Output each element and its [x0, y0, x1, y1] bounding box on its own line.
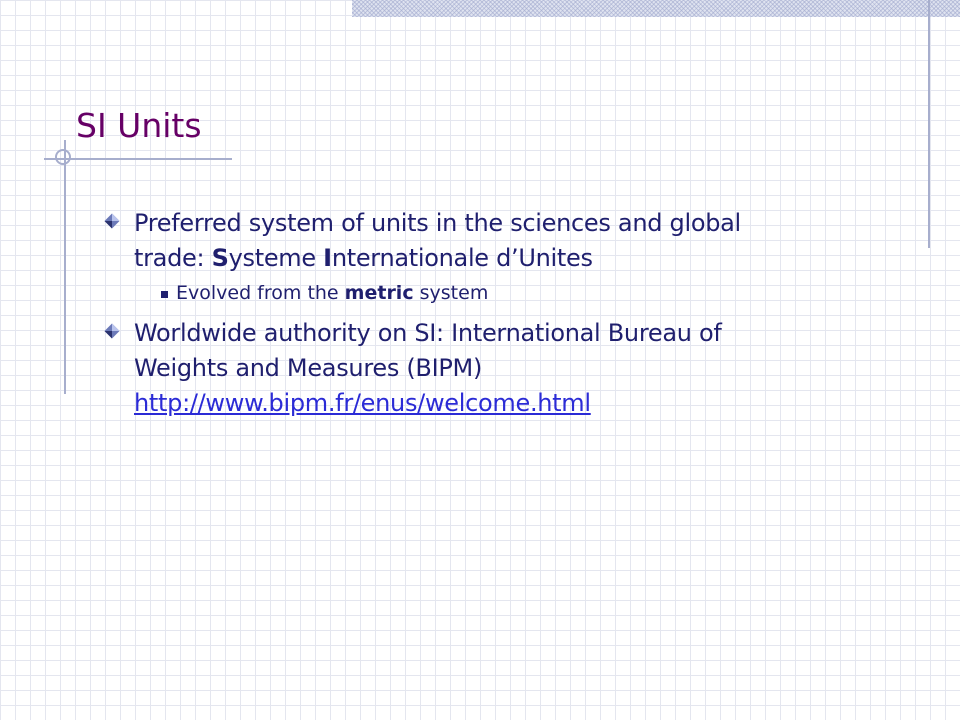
title-underline-rule — [44, 158, 232, 160]
sub-bullet-text: Evolved from the — [176, 282, 345, 304]
bullet-line: Worldwide authority on SI: International… — [134, 319, 722, 347]
diamond-bullet-icon — [104, 213, 120, 229]
left-vertical-rule — [64, 140, 66, 394]
diamond-bullet-icon — [104, 323, 120, 339]
metric-emphasis: metric — [344, 282, 414, 304]
si-initial-s: S — [211, 244, 229, 272]
bullet-preferred-system: Preferred system of units in the science… — [100, 206, 900, 276]
sub-bullet-metric: Evolved from the metric system — [100, 279, 900, 307]
sub-bullet-text: system — [413, 282, 489, 304]
slide-body: Preferred system of units in the science… — [100, 206, 900, 421]
bullet-text: nternationale d’Unites — [331, 244, 593, 272]
bullet-worldwide-authority: Worldwide authority on SI: International… — [100, 316, 900, 421]
bullet-line: Preferred system of units in the science… — [134, 209, 741, 237]
bullet-text: trade: — [134, 244, 212, 272]
square-bullet-icon — [161, 291, 168, 298]
title-circle-ornament — [55, 149, 71, 165]
bullet-line: Weights and Measures (BIPM) — [134, 354, 483, 382]
si-initial-i: I — [323, 244, 332, 272]
bullet-line: http://www.bipm.fr/enus/welcome.html — [134, 386, 900, 421]
right-vertical-rule — [928, 0, 930, 248]
top-pattern-band — [352, 0, 960, 17]
slide-title: SI Units — [76, 106, 202, 145]
bipm-link[interactable]: http://www.bipm.fr/enus/welcome.html — [134, 389, 591, 417]
bullet-text: ysteme — [228, 244, 324, 272]
bullet-line: trade: Systeme Internationale d’Unites — [134, 241, 900, 276]
slide: SI Units Preferred system of units in th… — [0, 0, 960, 720]
